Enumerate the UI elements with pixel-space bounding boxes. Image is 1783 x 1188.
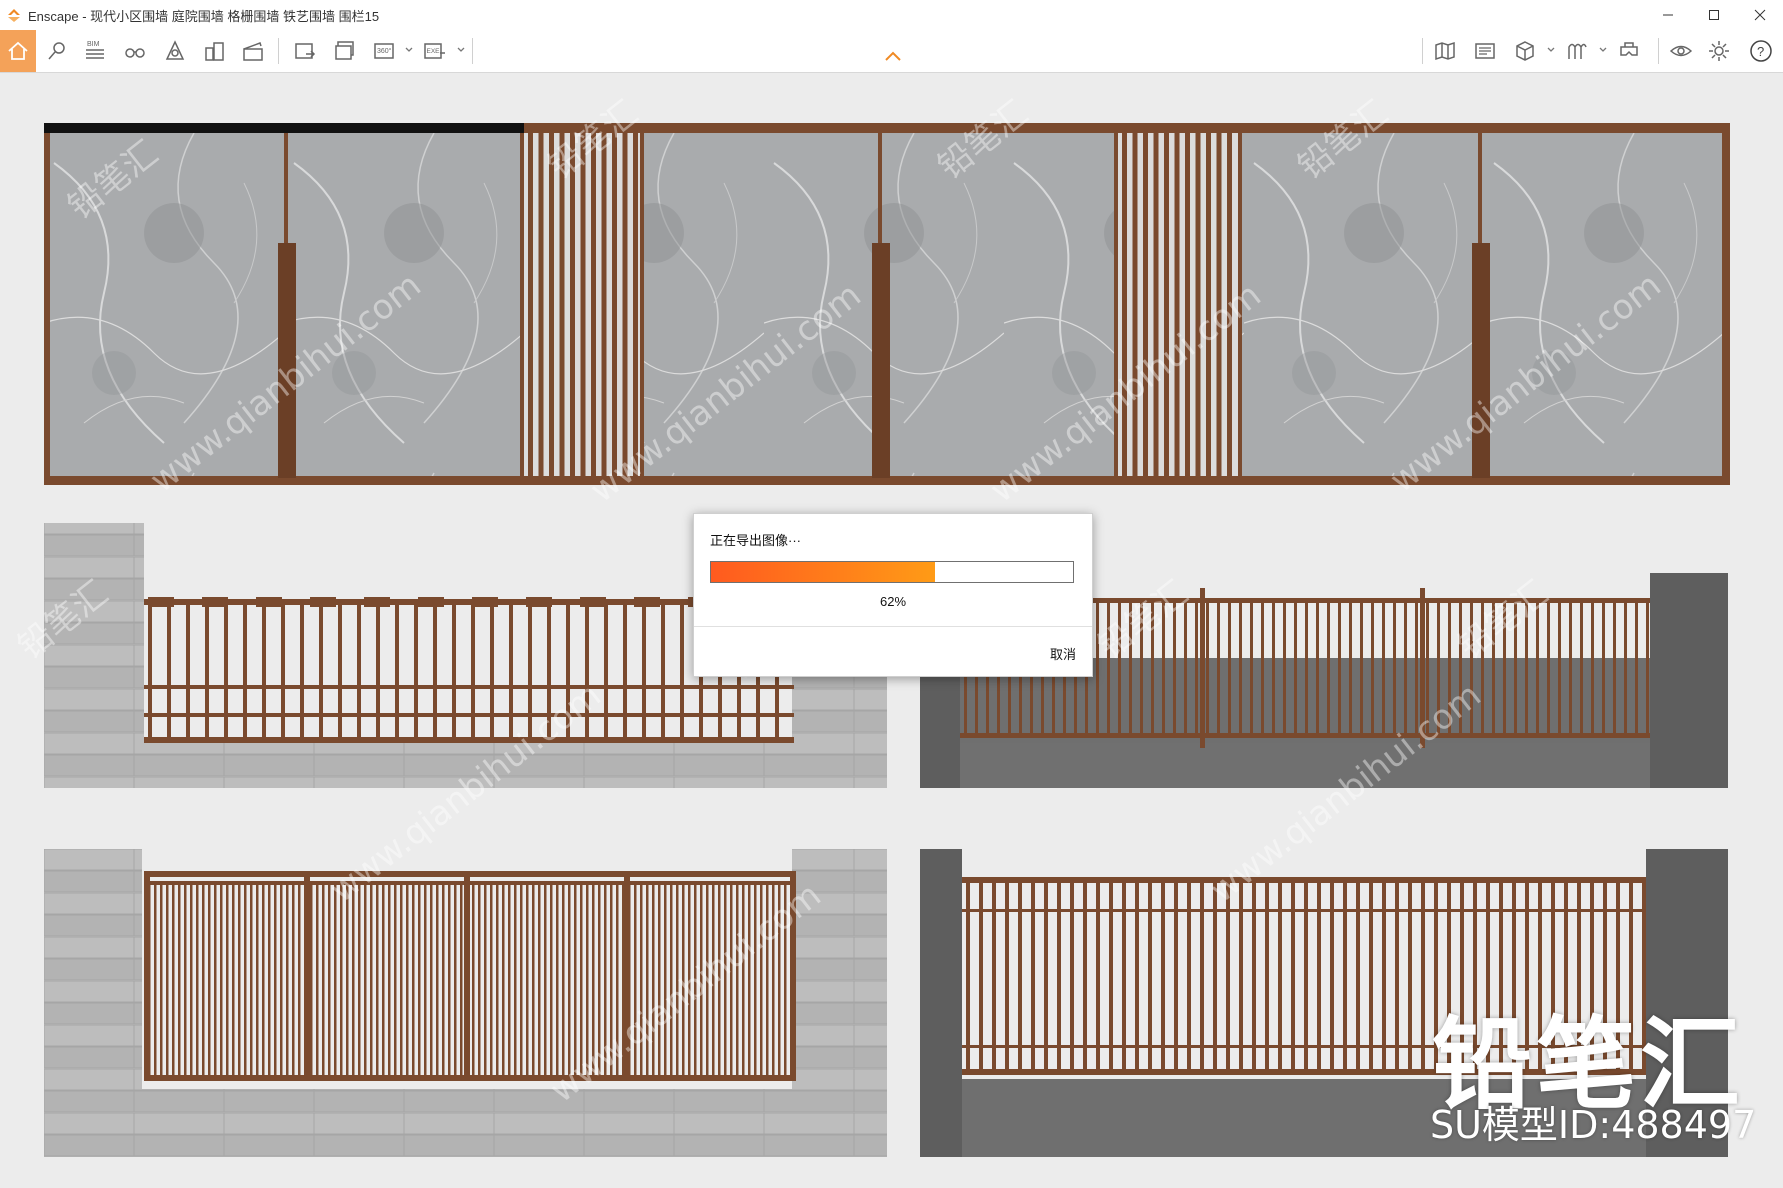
fine-grille-fence-svg bbox=[44, 849, 887, 1157]
vr-headset-icon bbox=[1620, 42, 1638, 56]
progress-bar-fill bbox=[711, 562, 936, 582]
binoculars-button[interactable] bbox=[118, 34, 152, 68]
window-controls bbox=[1645, 0, 1783, 30]
toolbar-separator bbox=[1658, 38, 1659, 64]
dialog-title: 正在导出图像··· bbox=[710, 533, 801, 548]
batch-export-button[interactable] bbox=[328, 34, 362, 68]
panorama-360-icon: 360° bbox=[374, 43, 394, 59]
exe-export-icon: EXE bbox=[424, 43, 445, 59]
title-bar: Enscape - 现代小区围墙 庭院围墙 格栅围墙 铁艺围墙 围栏15 bbox=[0, 0, 1783, 30]
minimize-icon bbox=[1663, 14, 1673, 16]
progress-bar bbox=[710, 561, 1074, 583]
maximize-button[interactable] bbox=[1691, 0, 1737, 30]
screenshot-export-button[interactable] bbox=[288, 34, 322, 68]
panorama-360-button[interactable]: 360° bbox=[368, 34, 402, 68]
model-id-watermark: SU模型ID:488497 bbox=[1430, 1103, 1757, 1147]
collapse-toolbar-chevron-up-icon[interactable] bbox=[884, 50, 902, 62]
marble-grille-wall-render bbox=[44, 123, 1730, 485]
dialog-divider bbox=[694, 626, 1092, 627]
screenshot-export-icon bbox=[295, 43, 316, 59]
home-button[interactable] bbox=[0, 30, 36, 72]
home-icon bbox=[8, 41, 28, 60]
toolbar-separator bbox=[1422, 38, 1423, 64]
view-button[interactable] bbox=[1664, 34, 1698, 68]
close-icon bbox=[1754, 9, 1766, 21]
view-icon bbox=[1669, 45, 1693, 57]
capture-icon bbox=[1475, 43, 1495, 59]
help-icon: ? bbox=[1750, 40, 1772, 62]
toolbar-separator bbox=[472, 38, 473, 64]
marble-wall-svg bbox=[44, 123, 1730, 485]
window-title: Enscape - 现代小区围墙 庭院围墙 格栅围墙 铁艺围墙 围栏15 bbox=[28, 8, 380, 24]
stone-wall-fine-grille-render bbox=[44, 849, 887, 1157]
help-button[interactable]: ? bbox=[1744, 34, 1778, 68]
toolbar-separator bbox=[278, 38, 279, 64]
cube-button[interactable] bbox=[1508, 34, 1542, 68]
batch-export-icon bbox=[335, 41, 354, 60]
svg-text:BIM: BIM bbox=[87, 41, 100, 48]
export-progress-dialog: 正在导出图像··· 62% 取消 bbox=[693, 513, 1093, 677]
clapper-button[interactable] bbox=[236, 34, 270, 68]
map-button[interactable] bbox=[1428, 34, 1462, 68]
maximize-icon bbox=[1709, 10, 1719, 20]
pin-icon bbox=[48, 42, 65, 60]
bim-icon: BIM bbox=[86, 41, 104, 59]
svg-text:EXE: EXE bbox=[427, 48, 441, 55]
sun-button[interactable] bbox=[158, 34, 192, 68]
map-icon bbox=[1435, 41, 1455, 61]
chevron-down-icon[interactable] bbox=[1546, 45, 1556, 55]
svg-text:360°: 360° bbox=[377, 47, 392, 55]
materials-button[interactable] bbox=[1560, 34, 1594, 68]
settings-button[interactable] bbox=[1702, 34, 1736, 68]
enscape-logo-icon bbox=[8, 9, 20, 22]
pin-button[interactable] bbox=[40, 34, 74, 68]
bim-button[interactable]: BIM bbox=[78, 34, 112, 68]
chevron-down-icon[interactable] bbox=[1598, 45, 1608, 55]
close-button[interactable] bbox=[1737, 0, 1783, 30]
buildings-button[interactable] bbox=[198, 34, 232, 68]
chevron-down-icon[interactable] bbox=[456, 45, 466, 55]
chevron-down-icon[interactable] bbox=[404, 45, 414, 55]
minimize-button[interactable] bbox=[1645, 0, 1691, 30]
capture-button[interactable] bbox=[1468, 34, 1502, 68]
cube-icon bbox=[1516, 41, 1534, 61]
binoculars-icon bbox=[125, 48, 145, 58]
sun-icon bbox=[165, 40, 185, 60]
materials-icon bbox=[1568, 43, 1587, 59]
exe-export-button[interactable]: EXE bbox=[418, 34, 452, 68]
cancel-button[interactable]: 取消 bbox=[1050, 644, 1076, 663]
progress-percent-label: 62% bbox=[879, 594, 907, 609]
vr-headset-button[interactable] bbox=[1612, 34, 1646, 68]
buildings-icon bbox=[205, 42, 224, 61]
settings-gear-icon bbox=[1709, 41, 1729, 61]
clapper-icon bbox=[243, 42, 263, 61]
svg-text:?: ? bbox=[1757, 44, 1764, 59]
